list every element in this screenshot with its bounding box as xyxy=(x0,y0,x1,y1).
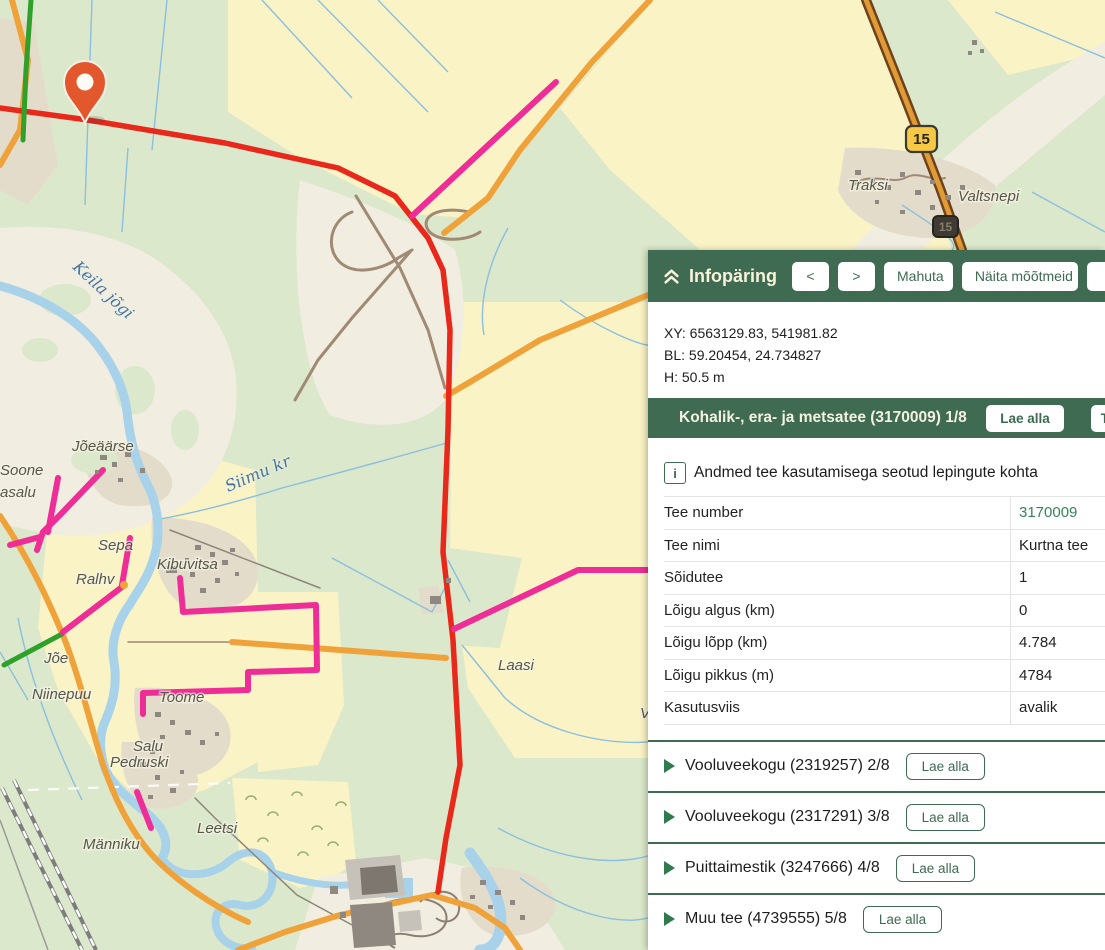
coord-xy: XY: 6563129.83, 541981.82 xyxy=(664,322,1105,344)
next-result-button[interactable]: > xyxy=(838,262,875,291)
feature-section-title: Kohalik-, era- ja metsatee (3170009) 1/8 xyxy=(679,409,967,427)
download-button[interactable]: Lae alla xyxy=(906,753,985,780)
collapsed-feature-list: Vooluveekogu (2319257) 2/8 Lae alla Vool… xyxy=(648,740,1105,944)
attr-label: Kasutusviis xyxy=(664,699,1010,716)
collapsed-feature-row[interactable]: Puittaimestik (3247666) 4/8 Lae alla xyxy=(648,844,1105,895)
collapsed-feature-title: Muu tee (4739555) 5/8 xyxy=(685,910,847,928)
collapsed-feature-row[interactable]: Muu tee (4739555) 5/8 Lae alla xyxy=(648,895,1105,944)
info-note-row: i Andmed tee kasutamisega seotud lepingu… xyxy=(648,438,1105,496)
road-shield-15: 15 xyxy=(906,126,937,152)
download-button[interactable]: Lae alla xyxy=(986,405,1064,432)
collapsed-feature-row[interactable]: Vooluveekogu (2317291) 3/8 Lae alla xyxy=(648,793,1105,844)
attr-value: avalik xyxy=(1010,692,1105,724)
attr-value: Kurtna tee xyxy=(1010,530,1105,562)
app-window: 15 15 Keila jõgi Siimu kr Traksi Valtsne… xyxy=(0,0,1105,950)
expand-triangle-icon[interactable] xyxy=(664,912,675,926)
table-row: Tee nimi Kurtna tee xyxy=(664,530,1105,563)
collapsed-feature-title: Puittaimestik (3247666) 4/8 xyxy=(685,859,880,877)
label-salu: Salu xyxy=(133,738,164,755)
coordinates-block: XY: 6563129.83, 541981.82 BL: 59.20454, … xyxy=(648,302,1105,398)
label-niinepuu: Niinepuu xyxy=(32,686,92,703)
expand-triangle-icon[interactable] xyxy=(664,861,675,875)
junction-dot xyxy=(120,581,128,589)
label-leetsi: Leetsi xyxy=(197,820,238,837)
table-row: Kasutusviis avalik xyxy=(664,692,1105,725)
info-panel: Infopäring < > Mahuta Näita mõõtmeid XY:… xyxy=(648,250,1105,950)
info-note-text: Andmed tee kasutamisega seotud lepingute… xyxy=(694,464,1038,482)
table-row: Tee number 3170009 xyxy=(664,497,1105,530)
label-kasalu: asalu xyxy=(0,484,37,501)
attr-value: 0 xyxy=(1010,595,1105,627)
label-joe: Jõe xyxy=(43,650,68,667)
attr-label: Sõidutee xyxy=(664,569,1010,586)
svg-text:15: 15 xyxy=(939,220,953,234)
download-button[interactable]: Lae alla xyxy=(863,906,942,933)
label-laasi: Laasi xyxy=(498,657,535,674)
label-ralhv: Ralhv xyxy=(76,571,116,588)
feature-section-header[interactable]: Kohalik-, era- ja metsatee (3170009) 1/8… xyxy=(648,398,1105,438)
clipped-section-button[interactable]: T xyxy=(1091,405,1105,432)
attr-label: Lõigu lõpp (km) xyxy=(664,634,1010,651)
attr-label: Tee nimi xyxy=(664,537,1010,554)
attr-label: Lõigu algus (km) xyxy=(664,602,1010,619)
label-soone: Soone xyxy=(0,462,43,479)
expand-triangle-icon[interactable] xyxy=(664,759,675,773)
mahuta-button[interactable]: Mahuta xyxy=(884,262,953,291)
label-kibuvitsa: Kibuvitsa xyxy=(157,556,218,573)
table-row: Lõigu pikkus (m) 4784 xyxy=(664,660,1105,693)
table-row: Lõigu lõpp (km) 4.784 xyxy=(664,627,1105,660)
attr-label: Tee number xyxy=(664,504,1010,521)
clipped-header-button[interactable] xyxy=(1087,262,1105,291)
attr-value-link[interactable]: 3170009 xyxy=(1010,497,1105,529)
label-joeaarse: Jõeäärse xyxy=(71,438,134,455)
label-sepa: Sepa xyxy=(98,537,133,554)
label-valtsnepi: Valtsnepi xyxy=(958,188,1020,205)
svg-text:15: 15 xyxy=(913,131,930,148)
coord-bl: BL: 59.20454, 24.734827 xyxy=(664,344,1105,366)
expand-triangle-icon[interactable] xyxy=(664,810,675,824)
collapsed-feature-title: Vooluveekogu (2317291) 3/8 xyxy=(685,808,890,826)
attr-value: 1 xyxy=(1010,562,1105,594)
naita-mootmeid-button[interactable]: Näita mõõtmeid xyxy=(962,262,1078,291)
road-shield-15-dark: 15 xyxy=(933,216,958,237)
download-button[interactable]: Lae alla xyxy=(906,804,985,831)
table-row: Lõigu algus (km) 0 xyxy=(664,595,1105,628)
panel-header: Infopäring < > Mahuta Näita mõõtmeid xyxy=(648,250,1105,302)
table-row: Sõidutee 1 xyxy=(664,562,1105,595)
label-toome: Toome xyxy=(159,689,204,706)
attr-value: 4.784 xyxy=(1010,627,1105,659)
collapsed-feature-row[interactable]: Vooluveekogu (2319257) 2/8 Lae alla xyxy=(648,742,1105,793)
download-button[interactable]: Lae alla xyxy=(896,855,975,882)
collapse-chevrons-icon[interactable] xyxy=(663,268,680,285)
coord-h: H: 50.5 m xyxy=(664,366,1105,388)
collapsed-feature-title: Vooluveekogu (2319257) 2/8 xyxy=(685,757,890,775)
prev-result-button[interactable]: < xyxy=(792,262,829,291)
attribute-table: Tee number 3170009 Tee nimi Kurtna tee S… xyxy=(664,496,1105,725)
attr-label: Lõigu pikkus (m) xyxy=(664,667,1010,684)
info-icon: i xyxy=(664,462,686,484)
attr-value: 4784 xyxy=(1010,660,1105,692)
panel-title: Infopäring xyxy=(689,266,777,287)
label-traksi: Traksi xyxy=(848,177,888,194)
label-pedruski: Pedruski xyxy=(110,754,169,771)
label-manniku: Männiku xyxy=(83,836,140,853)
